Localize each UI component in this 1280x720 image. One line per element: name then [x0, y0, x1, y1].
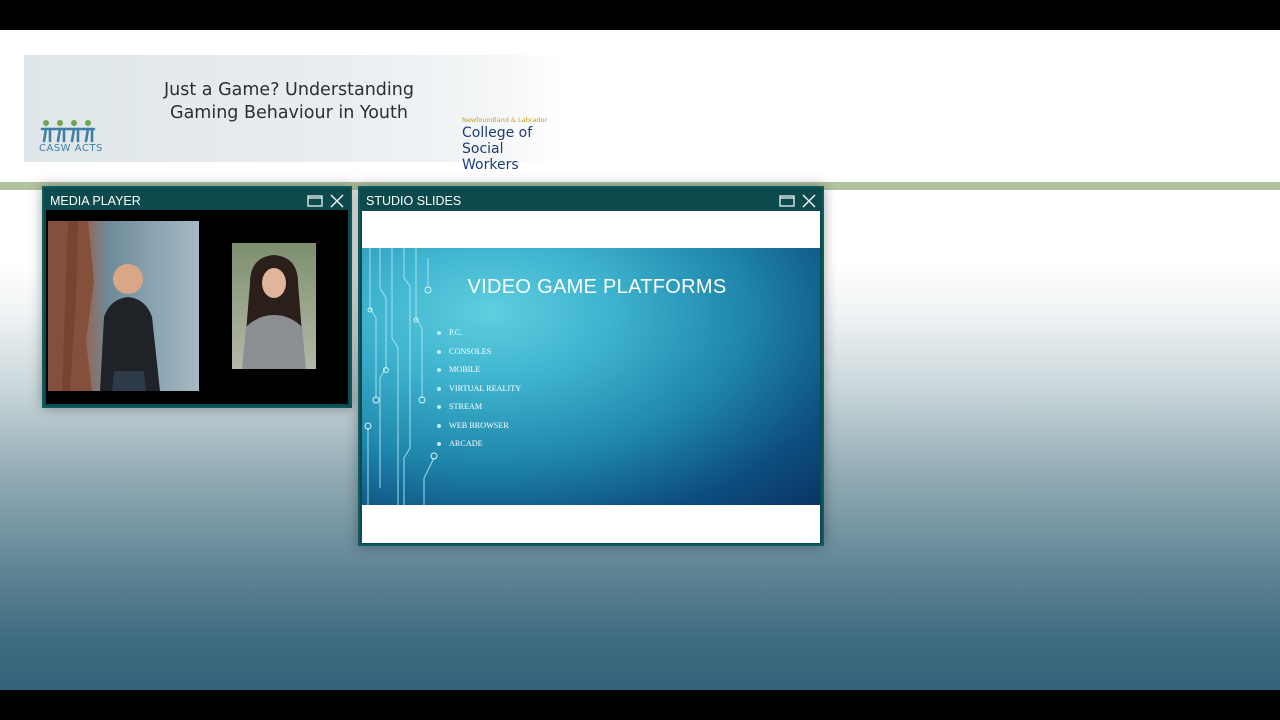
banner-title-line2: Gaming Behaviour in Youth [170, 103, 408, 123]
slide-bullet-list: P.C. CONSOLES MOBILE VIRTUAL REALITY STR… [435, 324, 521, 454]
list-item: CONSOLES [435, 343, 521, 362]
presenter-video-1 [48, 221, 199, 391]
media-player-window[interactable]: MEDIA PLAYER [42, 186, 352, 408]
college-name-line2: Social Workers [462, 141, 519, 173]
list-item: ARCADE [435, 435, 521, 454]
college-name-line1: College of [462, 125, 533, 141]
video-area [46, 210, 348, 404]
presenter-1-figure [48, 221, 160, 391]
casw-label: CASW ACTS [39, 143, 103, 154]
letterbox-bottom [0, 690, 1280, 720]
list-item: VIRTUAL REALITY [435, 380, 521, 399]
maximize-icon[interactable] [778, 192, 796, 210]
presenter-video-2 [232, 243, 316, 369]
slide-viewport: VIDEO GAME PLATFORMS P.C. CONSOLES MOBIL… [362, 211, 820, 543]
list-item: STREAM [435, 398, 521, 417]
banner-title: Just a Game? Understanding Gaming Behavi… [144, 79, 434, 125]
college-province: Newfoundland & Labrador [462, 116, 548, 124]
maximize-icon[interactable] [306, 192, 324, 210]
close-icon[interactable] [800, 192, 818, 210]
list-item: MOBILE [435, 361, 521, 380]
current-slide: VIDEO GAME PLATFORMS P.C. CONSOLES MOBIL… [362, 248, 820, 505]
studio-slides-window[interactable]: STUDIO SLIDES VIDEO GAME PLATFORMS P.C. … [358, 186, 824, 546]
presentation-stage: Just a Game? Understanding Gaming Behavi… [0, 30, 1280, 690]
list-item: WEB BROWSER [435, 417, 521, 436]
letterbox-top [0, 0, 1280, 30]
media-player-title: MEDIA PLAYER [50, 194, 141, 208]
close-icon[interactable] [328, 192, 346, 210]
banner-title-line1: Just a Game? Understanding [164, 80, 414, 100]
slide-title: VIDEO GAME PLATFORMS [467, 276, 727, 298]
studio-slides-title: STUDIO SLIDES [366, 194, 462, 208]
list-item: P.C. [435, 324, 521, 343]
presenter-2-figure [242, 255, 306, 369]
header-banner: Just a Game? Understanding Gaming Behavi… [24, 55, 564, 173]
